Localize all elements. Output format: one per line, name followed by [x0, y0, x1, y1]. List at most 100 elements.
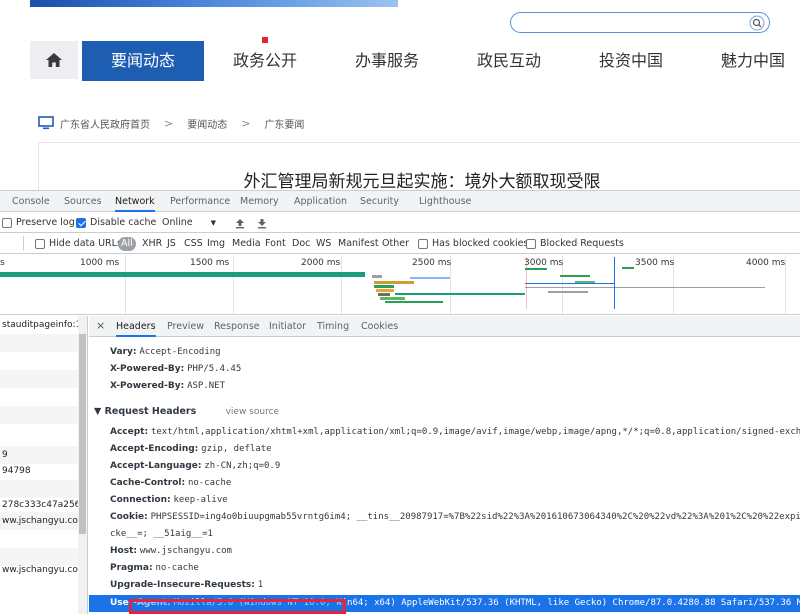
network-overview-timeline[interactable]: s 1000 ms 1500 ms 2000 ms 2500 ms 3000 m…: [0, 255, 800, 315]
tab-memory[interactable]: Memory: [240, 191, 279, 212]
hide-data-urls-checkbox[interactable]: Hide data URLs: [35, 237, 122, 251]
network-body: stauditpageinfo:1 9 94798 278c333c47a256…: [0, 316, 800, 614]
filter-type-img[interactable]: Img: [207, 237, 225, 251]
timeline-request-bar: [395, 293, 525, 295]
filter-input[interactable]: [0, 236, 24, 251]
nav-item-charm[interactable]: 魅力中国: [692, 41, 800, 81]
list-item[interactable]: [0, 334, 78, 352]
section-title-label: ▼ Request Headers: [94, 406, 197, 417]
timeline-request-bar: [622, 267, 634, 269]
timeline-gridline: [233, 255, 234, 314]
timeline-request-bar: [525, 287, 765, 288]
breadcrumb-guangdong-news[interactable]: 广东要闻: [264, 116, 304, 131]
preserve-log-checkbox[interactable]: Preserve log: [2, 216, 75, 230]
list-item[interactable]: [0, 352, 78, 370]
request-header-row: Connection: keep-alive: [110, 492, 228, 509]
request-header-row: Cache-Control: no-cache: [110, 475, 231, 492]
nav-item-invest[interactable]: 投资中国: [570, 41, 692, 81]
tab-sources[interactable]: Sources: [64, 191, 102, 212]
list-item[interactable]: [0, 388, 78, 406]
nav-item-interaction[interactable]: 政民互动: [448, 41, 570, 81]
throttling-select[interactable]: Online ▼: [162, 216, 216, 230]
view-source-link[interactable]: view source: [226, 407, 279, 417]
has-blocked-cookies-checkbox[interactable]: Has blocked cookies: [418, 237, 528, 251]
request-list-scrollbar[interactable]: [78, 316, 87, 614]
tab-initiator[interactable]: Initiator: [269, 316, 306, 337]
upload-icon: [236, 218, 244, 228]
request-header-row: cke__=; __51aig__=1: [110, 526, 213, 543]
checkbox-box[interactable]: [418, 239, 428, 249]
header-key: X-Powered-By:: [110, 381, 185, 391]
import-har-button[interactable]: [235, 216, 245, 230]
disable-cache-checkbox[interactable]: Disable cache: [76, 216, 156, 230]
response-header-row: Vary: Accept-Encoding: [110, 344, 221, 361]
filter-type-css[interactable]: CSS: [184, 237, 203, 251]
breadcrumb-separator: >: [241, 116, 251, 130]
filter-type-manifest[interactable]: Manifest: [338, 237, 379, 251]
list-item[interactable]: [0, 406, 78, 424]
list-item[interactable]: ww.jschangyu.com&: [0, 561, 78, 579]
tab-network[interactable]: Network: [115, 191, 155, 212]
filter-type-other[interactable]: Other: [382, 237, 409, 251]
tab-application[interactable]: Application: [294, 191, 347, 212]
nav-item-gov-affairs[interactable]: 政务公开: [204, 37, 326, 81]
search-icon[interactable]: [749, 15, 765, 31]
header-value: gzip, deflate: [201, 444, 272, 454]
search-input[interactable]: [510, 12, 770, 33]
request-list: stauditpageinfo:1 9 94798 278c333c47a256…: [0, 316, 88, 614]
list-item[interactable]: [0, 530, 78, 548]
header-key: Pragma:: [110, 563, 153, 573]
close-icon[interactable]: ×: [96, 320, 106, 332]
filter-type-all[interactable]: All: [118, 237, 136, 251]
download-icon: [258, 218, 266, 228]
header-value: PHPSESSID=ing4o0biuupgmab55vrntg6im4; __…: [150, 512, 800, 522]
tab-lighthouse[interactable]: Lighthouse: [419, 191, 471, 212]
timeline-request-bar: [380, 297, 405, 300]
filter-type-js[interactable]: JS: [167, 237, 176, 251]
preserve-log-label: Preserve log: [16, 217, 75, 228]
home-icon: [46, 53, 62, 67]
hide-data-urls-label: Hide data URLs: [49, 238, 122, 249]
checkbox-box-checked[interactable]: [76, 218, 86, 228]
list-item[interactable]: [0, 370, 78, 388]
list-item[interactable]: stauditpageinfo:1: [0, 316, 78, 334]
main-nav: 要闻动态 政务公开 办事服务 政民互动 投资中国 魅力中国: [0, 37, 800, 81]
request-headers-section-toggle[interactable]: ▼ Request Headers view source: [94, 403, 279, 420]
list-item[interactable]: [0, 424, 78, 442]
tab-response[interactable]: Response: [214, 316, 260, 337]
timeline-request-bar: [374, 285, 394, 288]
list-item[interactable]: 94798: [0, 462, 78, 480]
tab-performance[interactable]: Performance: [170, 191, 230, 212]
nav-home-button[interactable]: [30, 41, 78, 79]
tab-preview[interactable]: Preview: [167, 316, 204, 337]
request-header-row: Host: www.jschangyu.com: [110, 543, 232, 560]
nav-item-news[interactable]: 要闻动态: [82, 41, 204, 81]
tab-headers[interactable]: Headers: [116, 316, 156, 337]
request-header-row: Cookie: PHPSESSID=ing4o0biuupgmab55vrntg…: [110, 509, 800, 526]
timeline-tick-label: 1500 ms: [190, 258, 230, 268]
tab-security[interactable]: Security: [360, 191, 399, 212]
filter-type-xhr[interactable]: XHR: [142, 237, 162, 251]
checkbox-box[interactable]: [35, 239, 45, 249]
tab-cookies[interactable]: Cookies: [361, 316, 398, 337]
breadcrumb-news[interactable]: 要闻动态: [187, 116, 227, 131]
filter-type-media[interactable]: Media: [232, 237, 261, 251]
checkbox-box[interactable]: [526, 239, 536, 249]
blocked-requests-checkbox[interactable]: Blocked Requests: [526, 237, 624, 251]
tab-timing[interactable]: Timing: [317, 316, 349, 337]
timeline-tick-label: 3000 ms: [524, 258, 564, 268]
breadcrumb-home[interactable]: 广东省人民政府首页: [60, 116, 150, 131]
export-har-button[interactable]: [257, 216, 267, 230]
timeline-request-bar: [525, 268, 547, 270]
header-key: Cookie:: [110, 512, 148, 522]
timeline-tick-label: 1000 ms: [80, 258, 120, 268]
list-item[interactable]: ww.jschangyu.com&: [0, 512, 78, 530]
header-key: Host:: [110, 546, 137, 556]
checkbox-box[interactable]: [2, 218, 12, 228]
filter-type-font[interactable]: Font: [265, 237, 286, 251]
nav-item-services[interactable]: 办事服务: [326, 41, 448, 81]
scrollbar-thumb[interactable]: [79, 334, 86, 534]
filter-type-ws[interactable]: WS: [316, 237, 331, 251]
filter-type-doc[interactable]: Doc: [292, 237, 310, 251]
tab-console[interactable]: Console: [12, 191, 50, 212]
